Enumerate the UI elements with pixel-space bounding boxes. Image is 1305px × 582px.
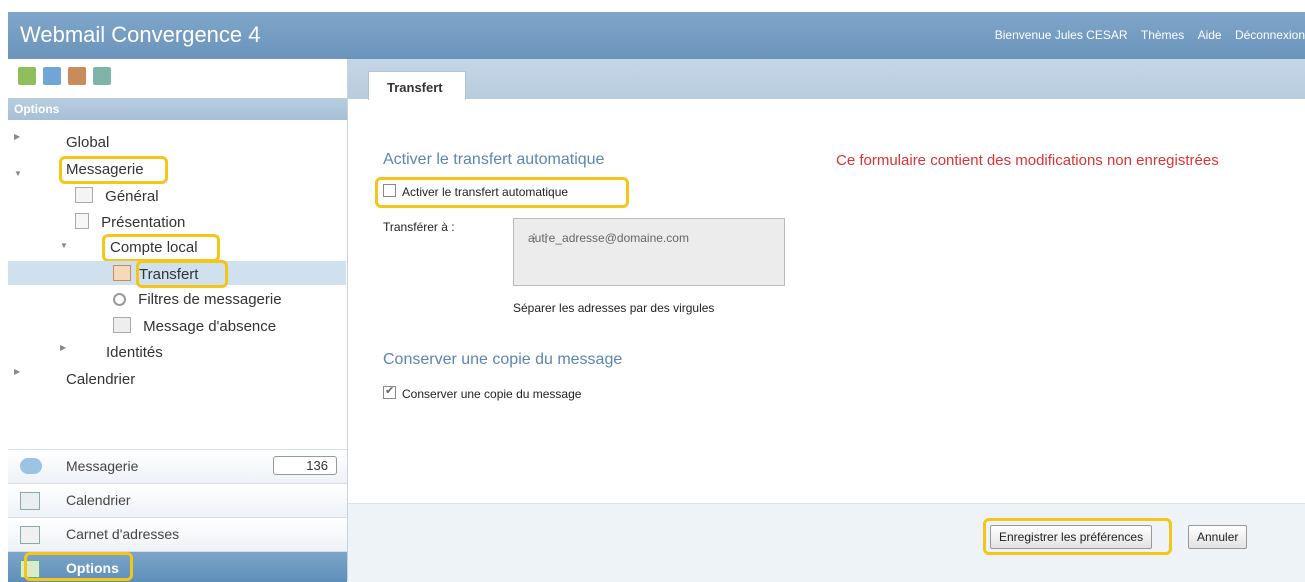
tab-label-transfert: Transfert — [387, 80, 443, 95]
app-title: Webmail Convergence 4 — [20, 22, 261, 47]
form-footer: Enregistrer les préférences Annuler — [348, 503, 1305, 582]
nav-label-carnet: Carnet d'adresses — [66, 526, 180, 542]
cancel-button[interactable]: Annuler — [1188, 525, 1248, 549]
keep-copy-checkbox[interactable] — [383, 384, 396, 399]
tree-item-global[interactable]: Global — [66, 134, 109, 158]
nav-label-messagerie: Messagerie — [66, 458, 139, 474]
welcome-text: Bienvenue Jules CESAR — [994, 28, 1128, 42]
keep-copy-label[interactable]: Conserver une copie du message — [402, 387, 581, 401]
tree-label-identites: Identités — [106, 344, 163, 361]
collapse-messagerie-icon[interactable]: ▼ — [14, 169, 22, 178]
tree-label-global: Global — [66, 134, 110, 151]
highlight-compte-local — [102, 234, 220, 262]
expand-identites-icon[interactable]: ▶ — [60, 343, 66, 352]
top-links: Bienvenue Jules CESAR Thèmes Aide Déconn… — [985, 28, 1305, 42]
forward-mail-icon — [113, 265, 131, 281]
tree-item-absence[interactable]: Message d'absence — [113, 317, 276, 341]
section-title-auto-forward: Activer le transfert automatique — [383, 151, 605, 168]
import-icon[interactable] — [68, 67, 86, 85]
tree-label-presentation: Présentation — [101, 214, 186, 231]
tree-item-identites[interactable]: Identités — [106, 344, 163, 368]
new-folder-icon[interactable] — [18, 67, 36, 85]
tab-bar: Transfert — [348, 59, 1305, 100]
main-panel: Transfert Activer le transfert automatiq… — [348, 59, 1305, 582]
nav-calendrier[interactable]: Calendrier — [8, 483, 347, 517]
help-link[interactable]: Aide — [1198, 28, 1222, 42]
highlight-auto-forward — [375, 177, 629, 208]
address-book-icon — [20, 526, 40, 544]
section-title-keep-copy: Conserver une copie du message — [383, 351, 623, 368]
options-section-title: Options — [14, 102, 60, 116]
logout-link[interactable]: Déconnexion — [1235, 28, 1305, 42]
unsaved-warning: Ce formulaire contient des modifications… — [836, 152, 1219, 169]
forward-to-label: Transférer à : — [383, 220, 455, 234]
resize-grip-icon[interactable]: ⋮⋮ — [528, 231, 781, 283]
mail-bubble-icon — [20, 458, 42, 474]
nav-label-calendrier: Calendrier — [66, 492, 131, 508]
options-toolbar — [8, 59, 347, 98]
options-section-header: Options — [8, 98, 347, 120]
separator-hint: Séparer les adresses par des virgules — [513, 301, 715, 315]
tree-label-filtres: Filtres de messagerie — [138, 291, 282, 308]
highlight-messagerie — [59, 156, 168, 184]
tree-item-calendrier[interactable]: Calendrier — [66, 371, 135, 395]
edit-icon — [113, 317, 131, 333]
calendar-icon — [20, 492, 40, 510]
search-icon — [113, 293, 126, 306]
left-panel: Options ▶ Global ▼ Messagerie Général Pr… — [8, 59, 348, 582]
nav-messagerie[interactable]: Messagerie 136 — [8, 449, 347, 483]
tree-label-absence: Message d'absence — [143, 318, 277, 335]
highlight-transfert — [136, 260, 228, 288]
export-icon[interactable] — [43, 67, 61, 85]
unread-count-badge: 136 — [273, 456, 337, 475]
tree-item-filtres[interactable]: Filtres de messagerie — [113, 291, 282, 315]
themes-link[interactable]: Thèmes — [1141, 28, 1184, 42]
nav-carnet[interactable]: Carnet d'adresses — [8, 517, 347, 551]
collapse-compte-local-icon[interactable]: ▼ — [60, 241, 68, 250]
tree-label-general: Général — [105, 188, 159, 205]
envelope-icon — [75, 187, 93, 203]
rename-icon[interactable] — [93, 67, 111, 85]
tab-transfert[interactable]: Transfert — [368, 71, 466, 100]
expand-calendrier-icon[interactable]: ▶ — [14, 367, 20, 376]
highlight-save-button — [983, 518, 1172, 555]
tree-label-calendrier: Calendrier — [66, 371, 136, 388]
expand-global-icon[interactable]: ▶ — [14, 132, 20, 141]
forward-address-field[interactable]: autre_adresse@domaine.com ⋮⋮ — [513, 218, 785, 286]
app-header: Webmail Convergence 4 Bienvenue Jules CE… — [8, 12, 1305, 59]
tree-item-general[interactable]: Général — [75, 187, 159, 211]
highlight-options — [24, 552, 133, 581]
document-icon — [75, 213, 89, 229]
